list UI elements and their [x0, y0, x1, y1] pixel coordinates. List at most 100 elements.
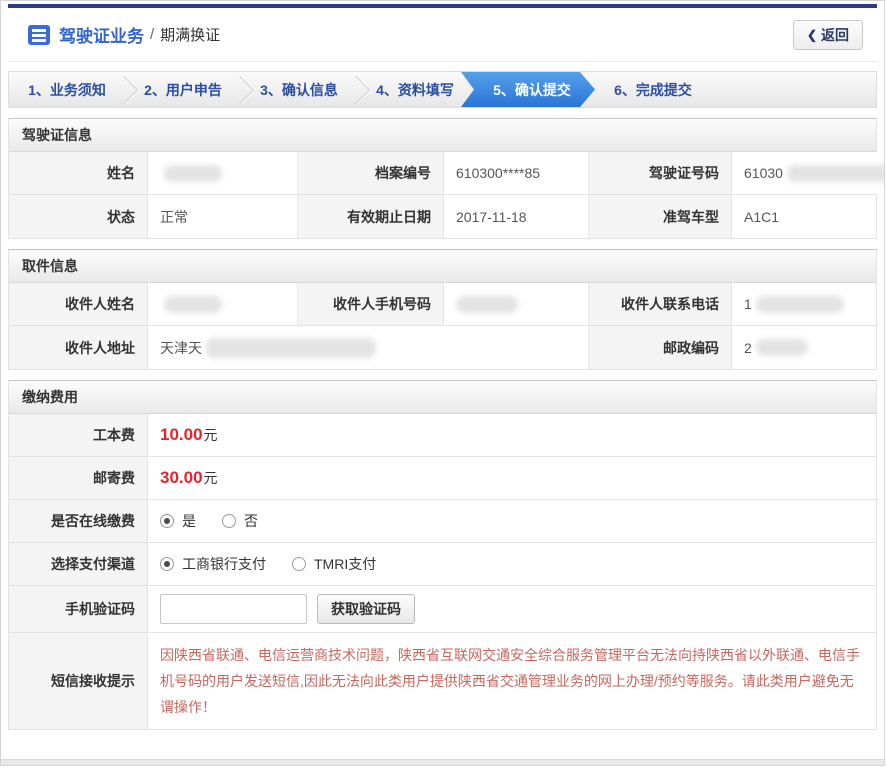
radio-channel-icbc[interactable]: 工商银行支付: [160, 554, 266, 574]
breadcrumb-service-title: 驾驶证业务: [59, 27, 144, 46]
label-production-fee: 工本费: [9, 414, 148, 456]
section-license-info: 驾驶证信息 姓名 档案编号 610300****85 驾驶证号码 61030 X…: [8, 118, 884, 239]
label-vehicle-class: 准驾车型: [589, 195, 732, 238]
value-vehicle-class: A1C1: [732, 195, 876, 238]
radio-unselected-icon: [292, 557, 306, 571]
fee-row-postage: 邮寄费 30.00 元: [9, 457, 876, 500]
redaction-blur: [164, 164, 222, 182]
step-label: 2、用户申告: [144, 81, 222, 98]
step-3-confirm-info[interactable]: 3、确认信息: [241, 72, 357, 107]
postage-fee-unit: 元: [203, 470, 218, 486]
value-recipient-phone: 1: [732, 283, 876, 325]
redaction-blur: [164, 295, 222, 313]
section-pickup-info: 取件信息 收件人姓名 收件人手机号码 收件人联系电话 1 收件人地址 天津天 邮…: [8, 249, 877, 370]
step-5-confirm-submit-active[interactable]: 5、确认提交: [461, 72, 595, 107]
radio-label-yes: 是: [182, 513, 196, 529]
label-file-number: 档案编号: [298, 152, 444, 194]
address-prefix: 天津天: [160, 339, 202, 356]
production-fee-amount: 10.00: [160, 425, 203, 444]
radio-pay-online-no[interactable]: 否: [222, 511, 258, 531]
postage-fee-amount: 30.00: [160, 468, 203, 487]
bottom-strip: [1, 759, 884, 765]
phone-prefix: 1: [744, 296, 752, 312]
label-status: 状态: [9, 195, 148, 238]
value-license-number: 61030 X: [732, 152, 884, 194]
production-fee-unit: 元: [203, 427, 218, 443]
value-recipient-mobile: [444, 283, 589, 325]
radio-unselected-icon: [222, 514, 236, 528]
label-recipient-mobile: 收件人手机号码: [298, 283, 444, 325]
value-expiry-date: 2017-11-18: [444, 195, 589, 238]
license-number-prefix: 61030: [744, 165, 783, 181]
label-sms-notice: 短信接收提示: [9, 633, 148, 729]
redaction-blur: [786, 164, 884, 182]
redaction-blur: [755, 295, 844, 313]
label-recipient-name: 收件人姓名: [9, 283, 148, 325]
step-label: 5、确认提交: [493, 81, 571, 98]
value-sms-notice: 因陕西省联通、电信运营商技术问题，陕西省互联网交通安全综合服务管理平台无法向持陕…: [148, 633, 876, 729]
value-payment-channel: 工商银行支付 TMRI支付: [148, 543, 876, 585]
radio-channel-tmri[interactable]: TMRI支付: [292, 554, 376, 574]
step-label: 6、完成提交: [614, 81, 692, 98]
radio-label-icbc: 工商银行支付: [182, 556, 266, 572]
label-postage-fee: 邮寄费: [9, 457, 148, 499]
label-pay-online: 是否在线缴费: [9, 500, 148, 542]
label-name: 姓名: [9, 152, 148, 194]
pay-online-radio-group: 是 否: [160, 511, 258, 531]
section-title-fees: 缴纳费用: [9, 381, 876, 414]
step-label: 3、确认信息: [260, 81, 338, 98]
row-payment-channel: 选择支付渠道 工商银行支付 TMRI支付: [9, 543, 876, 586]
fee-row-cost: 工本费 10.00 元: [9, 414, 876, 457]
back-button[interactable]: ❮ 返回: [792, 19, 863, 50]
row-pay-online: 是否在线缴费 是 否: [9, 500, 876, 543]
redaction-blur: [456, 295, 518, 313]
page-header: 驾驶证业务 / 期满换证 ❮ 返回: [8, 8, 877, 62]
breadcrumb-separator: /: [150, 26, 155, 43]
label-recipient-address: 收件人地址: [9, 326, 148, 369]
label-sms-code: 手机验证码: [9, 586, 148, 632]
value-postcode: 2: [732, 326, 876, 369]
breadcrumb-current-page: 期满换证: [160, 27, 221, 44]
value-recipient-name: [148, 283, 298, 325]
sms-code-input[interactable]: [160, 594, 307, 624]
section-title-license: 驾驶证信息: [9, 119, 876, 152]
value-production-fee: 10.00 元: [148, 414, 876, 456]
redaction-blur: [755, 339, 808, 356]
label-license-number: 驾驶证号码: [589, 152, 732, 194]
value-recipient-address: 天津天: [148, 326, 589, 369]
step-label: 1、业务须知: [28, 81, 106, 98]
get-sms-code-button[interactable]: 获取验证码: [317, 594, 415, 624]
radio-label-tmri: TMRI支付: [314, 556, 377, 572]
step-bar-filler: [711, 72, 876, 107]
table-row: 状态 正常 有效期止日期 2017-11-18 准驾车型 A1C1: [9, 195, 876, 238]
sms-notice-text: 因陕西省联通、电信运营商技术问题，陕西省互联网交通安全综合服务管理平台无法向持陕…: [160, 647, 860, 715]
section-title-pickup: 取件信息: [9, 250, 876, 283]
table-row: 收件人地址 天津天 邮政编码 2: [9, 326, 876, 369]
step-wizard: 1、业务须知 2、用户申告 3、确认信息 4、资料填写 5、确认提交 6、完成提…: [8, 71, 877, 108]
step-6-complete-submit[interactable]: 6、完成提交: [595, 72, 711, 107]
step-1-business-notes[interactable]: 1、业务须知: [9, 72, 125, 107]
postcode-prefix: 2: [744, 339, 752, 356]
value-status: 正常: [148, 195, 298, 238]
step-label: 4、资料填写: [376, 81, 454, 98]
radio-selected-icon: [160, 514, 174, 528]
step-4-fill-materials[interactable]: 4、资料填写: [357, 72, 473, 107]
table-row: 收件人姓名 收件人手机号码 收件人联系电话 1: [9, 283, 876, 326]
row-sms-code: 手机验证码 获取验证码: [9, 586, 876, 633]
value-pay-online: 是 否: [148, 500, 876, 542]
value-sms-code: 获取验证码: [148, 586, 876, 632]
radio-selected-icon: [160, 557, 174, 571]
value-postage-fee: 30.00 元: [148, 457, 876, 499]
radio-pay-online-yes[interactable]: 是: [160, 511, 196, 531]
step-2-user-declaration[interactable]: 2、用户申告: [125, 72, 241, 107]
payment-channel-radio-group: 工商银行支付 TMRI支付: [160, 554, 376, 574]
document-list-icon: [28, 24, 50, 45]
value-file-number: 610300****85: [444, 152, 589, 194]
radio-label-no: 否: [244, 513, 258, 529]
table-row: 姓名 档案编号 610300****85 驾驶证号码 61030 X: [9, 152, 884, 195]
label-payment-channel: 选择支付渠道: [9, 543, 148, 585]
label-expiry-date: 有效期止日期: [298, 195, 444, 238]
chevron-left-icon: ❮: [806, 27, 817, 42]
value-name: [148, 152, 298, 194]
back-button-label: 返回: [821, 26, 849, 43]
